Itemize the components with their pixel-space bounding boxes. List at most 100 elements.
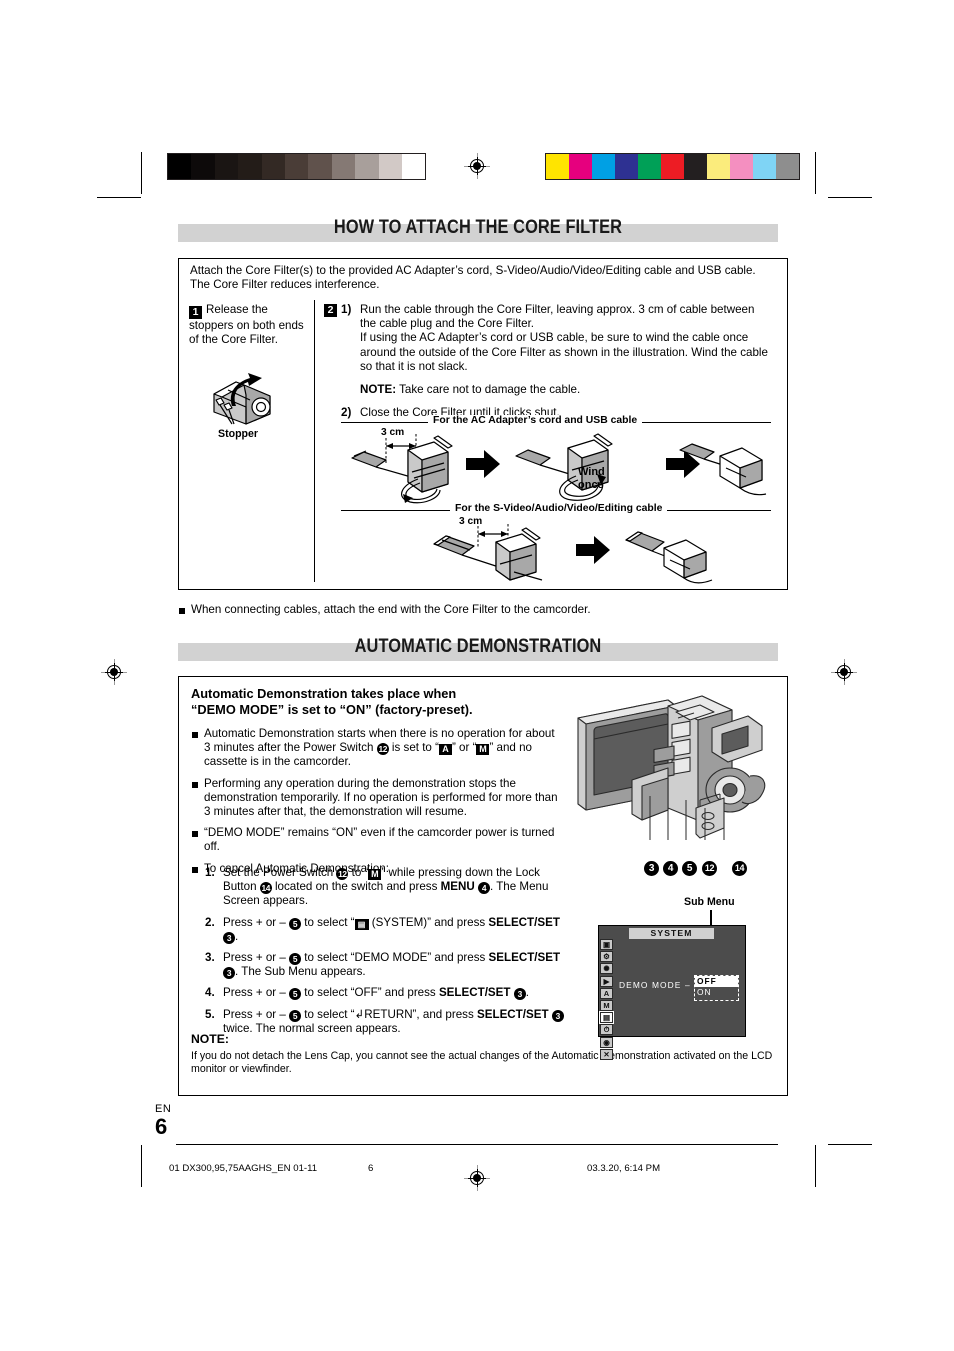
menu-item-dash: – [685, 980, 691, 990]
stopper-label: Stopper [218, 428, 259, 440]
exit-icon[interactable]: ✕ [600, 1048, 613, 1060]
crop-mark-top-left-vertical [141, 152, 142, 194]
ref-3: 3 [223, 967, 235, 980]
step-4-selectset-button: SELECT/SET [438, 986, 511, 1000]
footer-timestamp: 03.3.20, 6:14 PM [587, 1163, 661, 1174]
grayscale-swatch [214, 154, 239, 179]
step-2-item1-number: 1) [341, 303, 352, 316]
ref-3: 3 [551, 1009, 564, 1022]
bullet-3-text: “DEMO MODE” remains “ON” even if the cam… [204, 826, 555, 854]
wind-label-line2: once [578, 479, 604, 491]
auto-demo-step-2: 2. Press + or – 5 to select “▤ (SYSTEM)”… [205, 916, 565, 944]
manual-page: HOW TO ATTACH THE CORE FILTER Attach the… [0, 0, 954, 1351]
color-swatch [592, 154, 615, 179]
callout-4: 4 [663, 861, 678, 876]
ref-5: 5 [289, 917, 302, 930]
system-icon: ▤ [354, 918, 369, 930]
step-5-c: twice. The normal screen appears. [223, 1021, 401, 1035]
sub-menu-options: OFF ON [694, 975, 739, 1001]
auto-demo-steps: 1. Set the Power Switch 12 to “M” while … [205, 866, 565, 1036]
callout-14: 14 [732, 861, 747, 876]
footer-filename: 01 DX300,95,75AAGHS_EN 01-11 [169, 1163, 318, 1174]
registration-mark-top-center [464, 153, 490, 179]
step-1-block: 1 Release the stoppers on both ends of th… [189, 303, 307, 347]
ref-14: 14 [259, 882, 272, 895]
core-filter-footnote: When connecting cables, attach the end w… [178, 603, 791, 617]
section-title-auto-demo: AUTOMATIC DEMONSTRATION [354, 635, 602, 657]
callout-3: 3 [644, 861, 659, 876]
manual-mode-icon: M [476, 744, 490, 756]
auto-demo-bullet-1: Automatic Demonstration starts when ther… [191, 727, 563, 770]
manual-M-icon[interactable]: M [600, 999, 613, 1011]
bullet-2-text: Performing any operation during the demo… [204, 776, 558, 819]
camcorder-callouts: 3 4 5 12 14 [572, 861, 768, 877]
effect-icon[interactable]: ✺ [600, 963, 613, 975]
core-filter-stopper-illustration [198, 372, 300, 428]
tape-icon[interactable]: ▣ [600, 939, 613, 950]
menu-item-label: DEMO MODE [619, 980, 682, 990]
color-swatch [707, 154, 730, 179]
svideo-cable-diagram [430, 522, 720, 584]
step-1-d: located on the switch and press [271, 880, 441, 894]
step-2-item1-text2: If using the AC Adapter’s cord or USB ca… [360, 331, 768, 373]
step-2-c: (SYSTEM)” and press [368, 915, 489, 929]
step-2-a: Press + or – [223, 915, 290, 929]
color-swatch [684, 154, 707, 179]
clock-icon[interactable]: ⏱ [600, 1024, 613, 1036]
section-title-core-filter: HOW TO ATTACH THE CORE FILTER [333, 216, 623, 238]
step-4-c: . [525, 986, 529, 1000]
step-2-b: to select “ [301, 915, 355, 929]
auto-demo-step-5: 5. Press + or – 5 to select “↲RETURN”, a… [205, 1008, 565, 1036]
ref-3: 3 [223, 931, 235, 944]
grayscale-swatch [401, 154, 426, 179]
auto-demo-note-label: NOTE: [191, 1032, 229, 1046]
camera-mode-icon[interactable]: ⚙ [600, 951, 613, 963]
ref-3: 3 [513, 988, 526, 1001]
step-1-badge: 1 [189, 306, 202, 319]
step-4-b: to select “OFF” and press [301, 986, 439, 1000]
menu-screen: SYSTEM ▣ ⚙ ✺ ▶ A M ▤ ⏱ ◉ ✕ DEMO MODE – O… [598, 925, 746, 1060]
camcorder-illustration [572, 688, 768, 858]
registration-mark-right [831, 659, 857, 685]
diagram-caption-bottom: For the S-Video/Audio/Video/Editing cabl… [450, 503, 668, 514]
grayscale-swatch [168, 154, 192, 179]
section-banner-auto-demo: AUTOMATIC DEMONSTRATION [178, 635, 778, 661]
auto-demo-heading-line2: “DEMO MODE” is set to “ON” (factory-pres… [191, 702, 473, 717]
step-1-b: to “ [348, 866, 369, 879]
step-3-b: to select “DEMO MODE” and press [301, 951, 489, 965]
crop-mark-left-horizontal [97, 197, 141, 198]
wind-label-line1: Wind [578, 466, 605, 478]
step-1-number: 1. [205, 866, 215, 879]
step-2-item2-number: 2) [341, 406, 352, 420]
auto-A-icon[interactable]: A [600, 987, 613, 999]
sub-menu-option-on[interactable]: ON [695, 987, 738, 998]
step-2-number: 2. [205, 915, 215, 929]
color-swatch [546, 154, 569, 179]
step-2-block: 2 1) Run the cable through the Core Filt… [324, 303, 772, 420]
playback-icon[interactable]: ▶ [600, 975, 613, 987]
camera-icon[interactable]: ◉ [600, 1036, 613, 1048]
system-icon[interactable]: ▤ [599, 1011, 614, 1025]
auto-demo-step-3: 3. Press + or – 5 to select “DEMO MODE” … [205, 951, 565, 980]
callout-5: 5 [682, 861, 697, 876]
bullet-1-mid: is set to “ [388, 741, 439, 755]
auto-demo-bullets: Automatic Demonstration starts when ther… [191, 727, 563, 881]
step-5-a: Press + or – [223, 1007, 290, 1021]
step-2-badge: 2 [324, 304, 337, 317]
step-3-a: Press + or – [223, 951, 290, 965]
grayscale-swatch [284, 154, 309, 179]
callout-12: 12 [702, 861, 717, 876]
registration-mark-bottom-center [464, 1165, 490, 1191]
panel-divider [314, 300, 316, 582]
grayscale-swatch [238, 154, 262, 179]
sub-menu-option-off[interactable]: OFF [695, 976, 738, 987]
grayscale-swatch [191, 154, 215, 179]
auto-demo-step-1: 1. Set the Power Switch 12 to “M” while … [205, 866, 565, 909]
crop-mark-top-right-vertical [815, 152, 816, 194]
grayscale-calibration-bar [167, 153, 427, 180]
crop-mark-bottom-rule-right [828, 1144, 872, 1145]
step-2-note-text: Take care not to damage the cable. [399, 383, 581, 397]
diagram-caption-top: For the AC Adapter’s cord and USB cable [428, 415, 643, 426]
step-3-c: . The Sub Menu appears. [235, 965, 366, 979]
crop-mark-right-horizontal [828, 197, 872, 198]
